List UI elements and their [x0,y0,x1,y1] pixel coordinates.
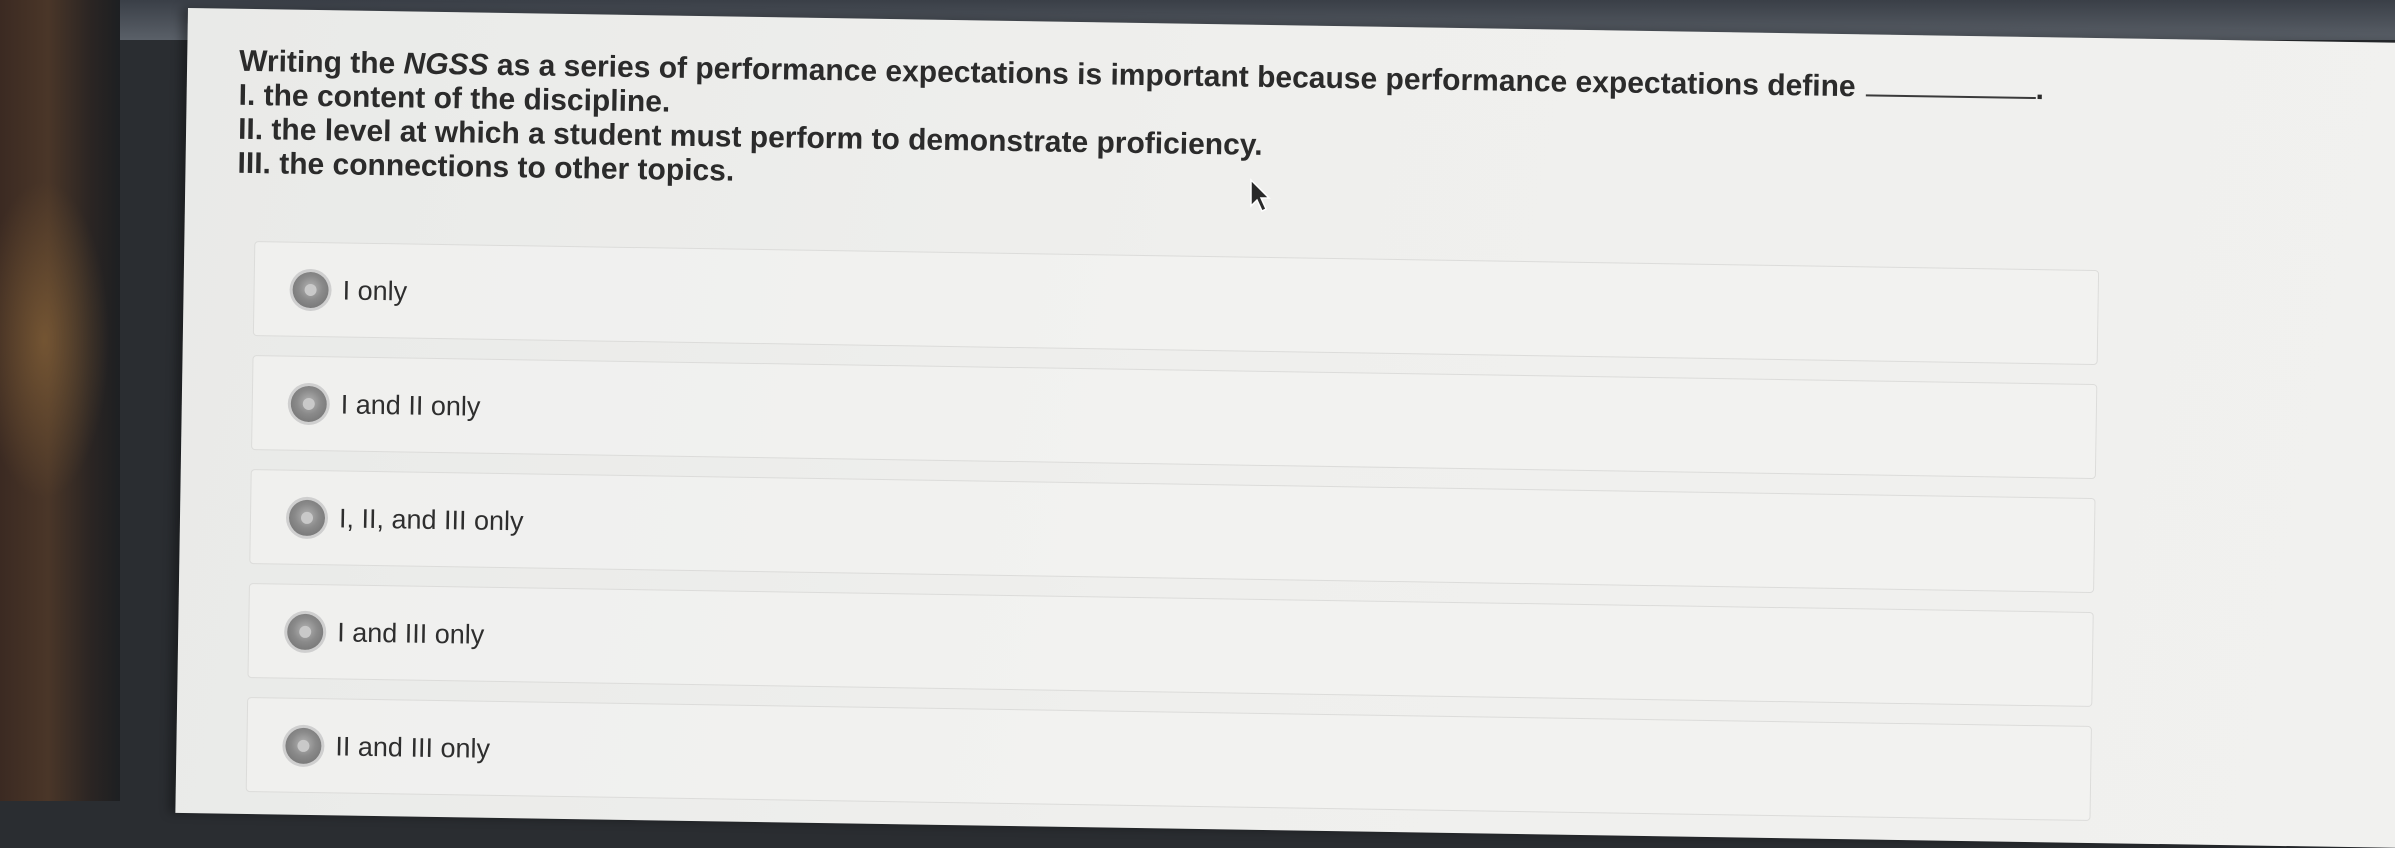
option-label: I only [342,274,408,306]
answer-option[interactable]: I, II, and III only [249,469,2096,594]
answer-options: I only I and II only I, II, and III only… [245,241,2100,840]
radio-button-icon[interactable] [288,499,326,536]
option-label: II and III only [335,730,491,764]
mouse-pointer-icon [1250,178,1271,213]
answer-option[interactable]: I only [252,241,2100,366]
answer-option[interactable]: II and III only [245,697,2092,821]
radio-button-icon[interactable] [290,385,328,422]
question-prefix: Writing the [238,44,396,81]
question-text: Writing the NGSS as a series of performa… [237,45,2139,211]
monitor-bezel-left [0,0,120,801]
answer-blank [1865,72,2036,100]
option-label: I and III only [336,616,485,650]
radio-button-icon[interactable] [285,727,322,764]
blank-period: . [2035,73,2045,107]
answer-option[interactable]: I and III only [247,583,2094,707]
answer-option[interactable]: I and II only [251,355,2098,480]
option-label: I, II, and III only [338,502,524,536]
option-label: I and II only [340,388,481,422]
question-emphasis: NGSS [403,47,489,82]
radio-button-icon[interactable] [286,613,324,650]
radio-button-icon[interactable] [292,271,329,308]
quiz-screen: Writing the NGSS as a series of performa… [175,8,2395,848]
ambient-glow [0,180,110,500]
